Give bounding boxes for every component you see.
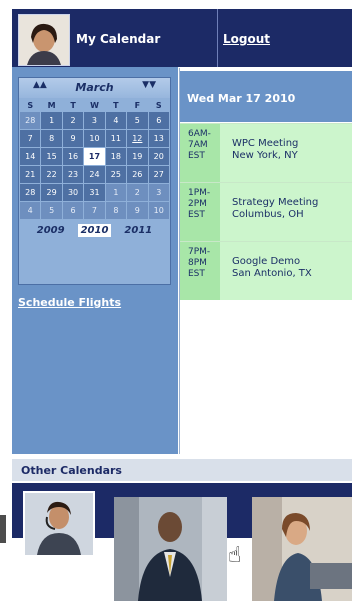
calendar-day[interactable]: 1 — [105, 184, 127, 201]
year-option[interactable]: 2011 — [121, 224, 155, 237]
event-row[interactable]: 1PM- 2PM EST Strategy Meeting Columbus, … — [180, 182, 352, 241]
events-panel: Wed Mar 17 2010 6AM- 7AM EST WPC Meeting… — [179, 68, 352, 454]
calendar-header: ▲▲ March ▼▼ — [19, 78, 170, 98]
event-row[interactable]: 6AM- 7AM EST WPC Meeting New York, NY — [180, 123, 352, 182]
calendar-day[interactable]: 8 — [105, 202, 127, 219]
event-detail[interactable]: Strategy Meeting Columbus, OH — [220, 183, 352, 241]
calendar-day[interactable]: 28 — [20, 112, 41, 129]
header-bar: My Calendar Logout — [12, 9, 352, 67]
logout-link[interactable]: Logout — [223, 32, 270, 46]
event-location: San Antonio, TX — [232, 268, 312, 279]
calendar-day[interactable]: 9 — [127, 202, 148, 219]
calendar-day[interactable]: 28 — [20, 184, 41, 201]
calendar-day[interactable]: 31 — [84, 184, 105, 201]
calendar-day[interactable]: 21 — [20, 166, 41, 183]
calendar-week-row: 4 5 6 7 8 9 10 — [20, 202, 169, 219]
calendar-day[interactable]: 5 — [127, 112, 148, 129]
header-divider — [217, 9, 218, 67]
other-calendars-header: Other Calendars — [12, 459, 352, 481]
year-option[interactable]: 2009 — [34, 224, 68, 237]
calendar-week-row: 21 22 23 24 25 26 27 — [20, 166, 169, 183]
event-time: 6AM- 7AM EST — [180, 124, 220, 182]
sidebar: ▲▲ March ▼▼ SMTWTFS 28 1 2 3 4 5 6 7 8 9 10 11 12 13 1… — [12, 67, 178, 454]
calendar-day[interactable]: 30 — [62, 184, 84, 201]
calendar-day[interactable]: 6 — [62, 202, 84, 219]
next-month-icon[interactable]: ▼▼ — [142, 80, 156, 90]
calendar-contact-photo[interactable] — [114, 497, 227, 601]
calendar-week-row: 14 15 16 17 18 19 20 — [20, 148, 169, 165]
event-time: 1PM- 2PM EST — [180, 183, 220, 241]
event-detail[interactable]: Google Demo San Antonio, TX — [220, 242, 352, 300]
weekday-label: M — [47, 100, 56, 110]
calendar-day[interactable]: 4 — [20, 202, 41, 219]
calendar-day[interactable]: 19 — [127, 148, 148, 165]
calendar-day[interactable]: 25 — [105, 166, 127, 183]
calendar-day[interactable]: 23 — [62, 166, 84, 183]
calendar-day[interactable]: 11 — [105, 130, 127, 147]
calendar-day[interactable]: 10 — [84, 130, 105, 147]
calendar-day[interactable]: 29 — [41, 184, 62, 201]
calendar-day[interactable]: 2 — [127, 184, 148, 201]
calendar-contact-photo[interactable] — [23, 491, 95, 557]
hand-cursor-icon: ☝ — [228, 543, 242, 568]
calendar-day[interactable]: 20 — [148, 148, 169, 165]
weekday-label: S — [155, 100, 162, 110]
event-location: New York, NY — [232, 150, 298, 161]
calendar-week-row: 7 8 9 10 11 12 13 — [20, 130, 169, 147]
calendar-day[interactable]: 18 — [105, 148, 127, 165]
weekday-label: T — [113, 100, 119, 110]
calendar-day[interactable]: 7 — [20, 130, 41, 147]
year-option[interactable]: 2010 — [77, 224, 112, 237]
mini-calendar: ▲▲ March ▼▼ SMTWTFS 28 1 2 3 4 5 6 7 8 9 10 11 12 13 1… — [18, 77, 171, 285]
app-title: My Calendar — [76, 32, 161, 46]
calendar-grid: SMTWTFS 28 1 2 3 4 5 6 7 8 9 10 11 12 13 14 15 16 17 18 19 2… — [19, 98, 170, 220]
calendar-day[interactable]: 26 — [127, 166, 148, 183]
calendar-day[interactable]: 8 — [41, 130, 62, 147]
calendar-day[interactable]: 12 — [127, 130, 148, 147]
calendar-day[interactable]: 7 — [84, 202, 105, 219]
calendar-day[interactable]: 16 — [62, 148, 84, 165]
calendar-day[interactable]: 27 — [148, 166, 169, 183]
calendar-day[interactable]: 4 — [105, 112, 127, 129]
calendar-day[interactable]: 3 — [148, 184, 169, 201]
event-location: Columbus, OH — [232, 209, 304, 220]
calendar-day[interactable]: 15 — [41, 148, 62, 165]
event-detail[interactable]: WPC Meeting New York, NY — [220, 124, 352, 182]
weekday-label: F — [134, 100, 141, 110]
calendar-day[interactable]: 13 — [148, 130, 169, 147]
calendar-day[interactable]: 6 — [148, 112, 169, 129]
calendar-day[interactable]: 14 — [20, 148, 41, 165]
event-title: Strategy Meeting — [232, 197, 319, 208]
event-row[interactable]: 7PM- 8PM EST Google Demo San Antonio, TX — [180, 241, 352, 300]
calendar-day[interactable]: 3 — [84, 112, 105, 129]
event-time: 7PM- 8PM EST — [180, 242, 220, 300]
other-calendars-title: Other Calendars — [21, 464, 122, 477]
calendar-day[interactable]: 2 — [62, 112, 84, 129]
weekday-label: S — [27, 100, 34, 110]
calendar-day[interactable]: 1 — [41, 112, 62, 129]
user-avatar — [18, 14, 70, 66]
edge-marker — [0, 515, 6, 543]
event-title: Google Demo — [232, 256, 301, 267]
events-date-header: Wed Mar 17 2010 — [180, 71, 352, 122]
event-title: WPC Meeting — [232, 138, 299, 149]
calendar-day[interactable]: 5 — [41, 202, 62, 219]
year-selector: 2009 2010 2011 — [19, 224, 170, 237]
calendar-contact-photo[interactable] — [252, 497, 352, 601]
calendar-week-row: 28 1 2 3 4 5 6 — [20, 112, 169, 129]
weekday-label: W — [90, 100, 99, 110]
schedule-flights-link[interactable]: Schedule Flights — [18, 296, 121, 309]
calendar-day[interactable]: 24 — [84, 166, 105, 183]
calendar-day[interactable]: 9 — [62, 130, 84, 147]
calendar-day[interactable]: 22 — [41, 166, 62, 183]
calendar-day[interactable]: 10 — [148, 202, 169, 219]
events-date-label: Wed Mar 17 2010 — [187, 92, 296, 105]
weekday-label: T — [70, 100, 76, 110]
calendar-day[interactable]: 17 — [84, 148, 105, 165]
calendar-week-row: 28 29 30 31 1 2 3 — [20, 184, 169, 201]
